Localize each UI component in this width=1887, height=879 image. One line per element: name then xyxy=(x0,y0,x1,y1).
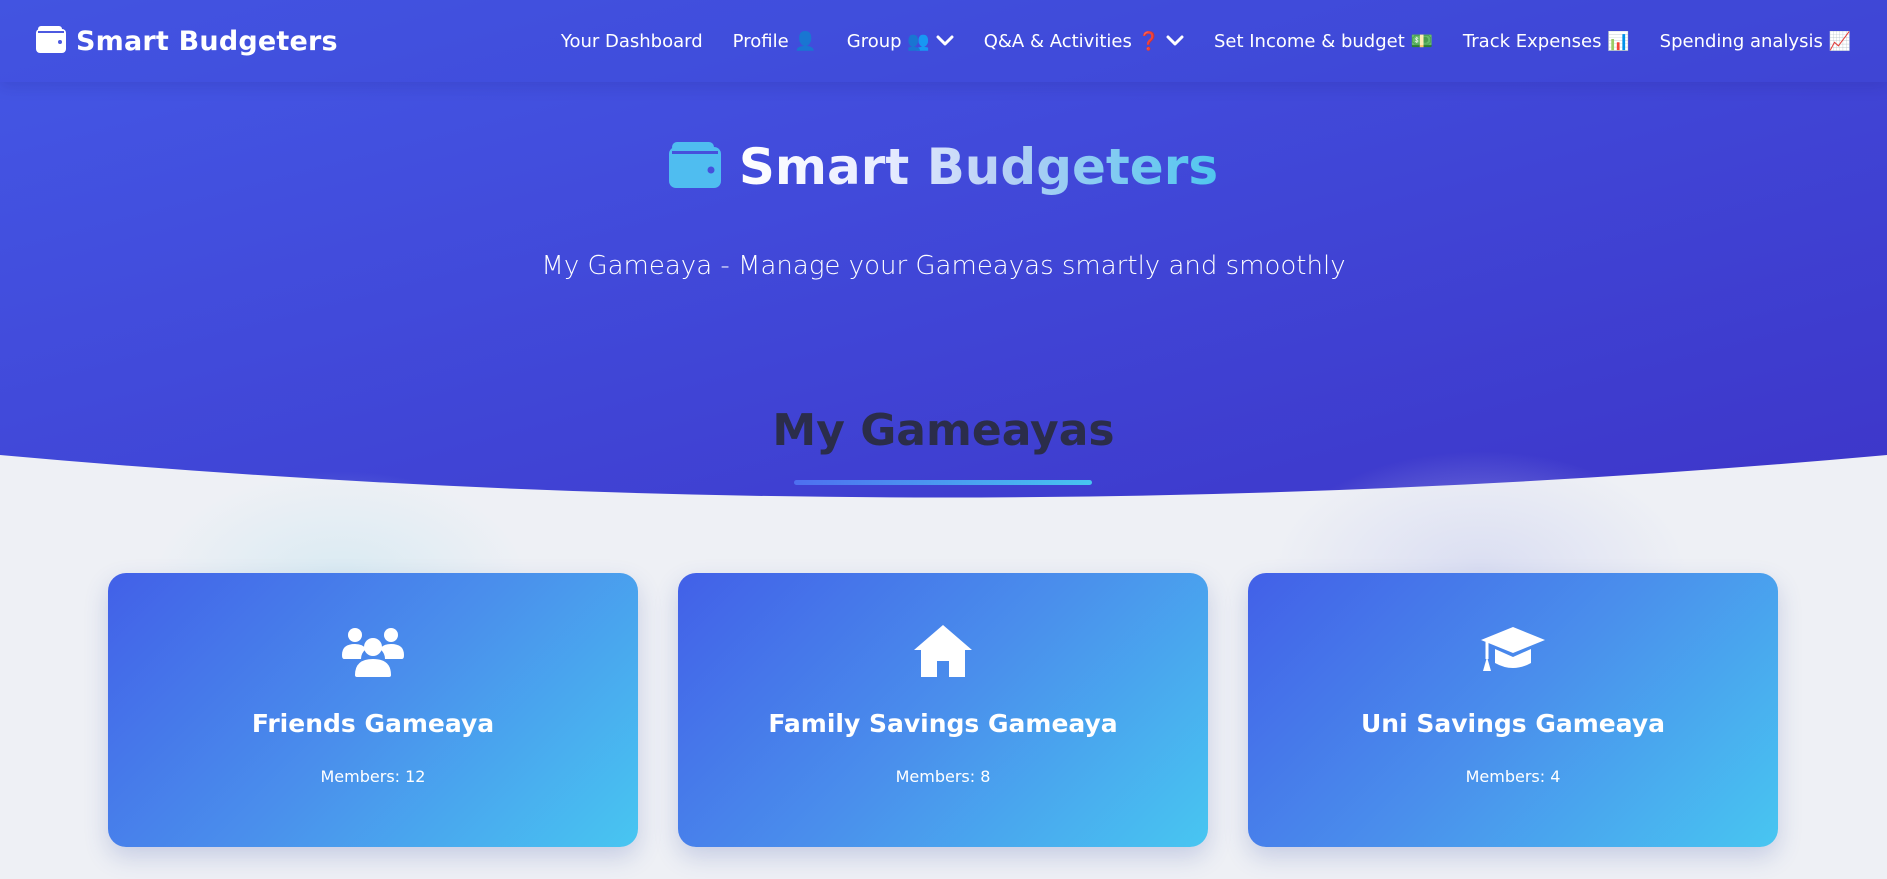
card-title: Friends Gameaya xyxy=(251,709,495,738)
card-members: Members: 4 xyxy=(1465,767,1561,786)
card-members: Members: 12 xyxy=(320,767,426,786)
nav-item-spending-analysis[interactable]: Spending analysis 📈 xyxy=(1660,31,1851,52)
hero-title-text: Smart Budgeters xyxy=(738,138,1219,196)
brand-name: Smart Budgeters xyxy=(76,25,338,57)
nav-links: Your Dashboard Profile 👤 Group 👥 Q&A & A… xyxy=(531,31,1851,52)
card-title: Family Savings Gameaya xyxy=(768,709,1118,738)
gameaya-card-friends[interactable]: Friends Gameaya Members: 12 xyxy=(108,573,638,847)
brand-logo-link[interactable]: Smart Budgeters xyxy=(36,25,338,57)
hero-title: Smart Budgeters xyxy=(0,138,1887,196)
nav-item-qa-activities[interactable]: Q&A & Activities ❓ xyxy=(984,31,1184,52)
gameaya-card-uni-savings[interactable]: Uni Savings Gameaya Members: 4 xyxy=(1248,573,1778,847)
nav-item-group[interactable]: Group 👥 xyxy=(847,31,954,52)
card-members: Members: 8 xyxy=(895,767,991,786)
chevron-down-icon xyxy=(936,35,954,47)
home-icon xyxy=(678,625,1208,677)
nav-item-label: Profile 👤 xyxy=(732,30,817,52)
nav-item-label: Set Income & budget 💵 xyxy=(1213,30,1433,52)
section-title-underline xyxy=(794,480,1092,485)
graduation-cap-icon xyxy=(1248,625,1778,675)
nav-item-label: Spending analysis 📈 xyxy=(1659,30,1851,52)
nav-item-label: Q&A & Activities ❓ xyxy=(983,30,1160,52)
section-title: My Gameayas xyxy=(772,405,1115,456)
nav-item-label: Group 👥 xyxy=(846,30,930,52)
card-title: Uni Savings Gameaya xyxy=(1360,709,1666,738)
wallet-icon xyxy=(36,25,66,57)
gameaya-card-family-savings[interactable]: Family Savings Gameaya Members: 8 xyxy=(678,573,1208,847)
nav-item-label: Track Expenses 📊 xyxy=(1462,30,1630,52)
nav-item-profile[interactable]: Profile 👤 xyxy=(733,31,817,52)
nav-item-set-income-budget[interactable]: Set Income & budget 💵 xyxy=(1214,31,1433,52)
hero-subtitle: My Gameaya - Manage your Gameayas smartl… xyxy=(541,251,1346,281)
users-icon xyxy=(108,625,638,677)
nav-item-label: Your Dashboard xyxy=(560,30,703,52)
navbar: Smart Budgeters Your Dashboard Profile 👤… xyxy=(0,0,1887,82)
wallet-icon xyxy=(668,142,721,192)
chevron-down-icon xyxy=(1166,35,1184,47)
nav-item-track-expenses[interactable]: Track Expenses 📊 xyxy=(1463,31,1630,52)
nav-item-dashboard[interactable]: Your Dashboard xyxy=(561,31,703,52)
